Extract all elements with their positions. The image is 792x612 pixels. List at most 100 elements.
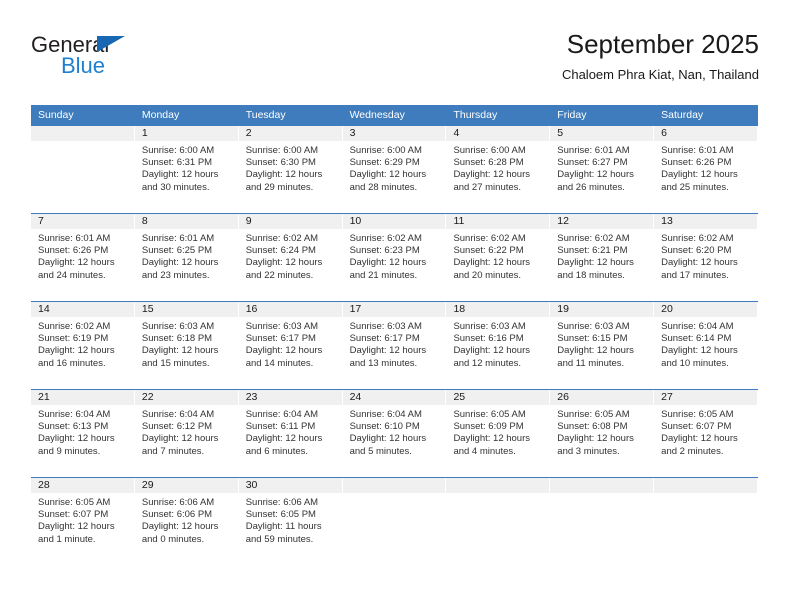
- day-number: 16: [245, 303, 258, 315]
- day-info: Sunrise: 6:03 AM Sunset: 6:16 PM Dayligh…: [446, 318, 549, 370]
- daylight-text-line1: Daylight: 12 hours: [661, 433, 738, 445]
- daylight-text-line1: Daylight: 12 hours: [349, 345, 427, 357]
- daylight-text-line1: Daylight: 12 hours: [38, 433, 115, 445]
- day-number: 30: [245, 479, 258, 491]
- sunrise-text: Sunrise: 6:04 AM: [661, 321, 734, 332]
- day-info: Sunrise: 6:02 AM Sunset: 6:24 PM Dayligh…: [239, 230, 342, 282]
- day-number: 25: [453, 391, 466, 403]
- daylight-text-line1: Daylight: 12 hours: [349, 257, 427, 269]
- daylight-text-line2: and 16 minutes.: [38, 357, 106, 369]
- day-cell[interactable]: 6 Sunrise: 6:01 AM Sunset: 6:26 PM Dayli…: [654, 126, 759, 213]
- day-cell[interactable]: 1 Sunrise: 6:00 AM Sunset: 6:31 PM Dayli…: [134, 126, 239, 213]
- day-cell[interactable]: 22 Sunrise: 6:04 AM Sunset: 6:12 PM Dayl…: [134, 390, 239, 477]
- sunrise-text: Sunrise: 6:03 AM: [245, 321, 319, 332]
- day-info: Sunrise: 6:03 AM Sunset: 6:18 PM Dayligh…: [135, 318, 238, 370]
- calendar-page: General Blue September 2025 Chaloem Phra…: [0, 0, 792, 612]
- day-number-band: 25: [446, 390, 550, 406]
- sunset-text: Sunset: 6:31 PM: [141, 157, 213, 169]
- day-cell[interactable]: 25 Sunrise: 6:05 AM Sunset: 6:09 PM Dayl…: [446, 390, 551, 477]
- sunset-text: Sunset: 6:17 PM: [245, 333, 316, 345]
- day-cell[interactable]: 27 Sunrise: 6:05 AM Sunset: 6:07 PM Dayl…: [654, 390, 759, 477]
- day-number-band: 6: [654, 126, 758, 142]
- day-cell[interactable]: 28 Sunrise: 6:05 AM Sunset: 6:07 PM Dayl…: [31, 478, 135, 565]
- day-cell[interactable]: 21 Sunrise: 6:04 AM Sunset: 6:13 PM Dayl…: [31, 390, 135, 477]
- day-info: Sunrise: 6:02 AM Sunset: 6:19 PM Dayligh…: [31, 318, 134, 370]
- sunrise-text: Sunrise: 6:05 AM: [38, 497, 111, 508]
- day-cell[interactable]: 16 Sunrise: 6:03 AM Sunset: 6:17 PM Dayl…: [238, 302, 343, 389]
- sunset-text: Sunset: 6:14 PM: [661, 333, 732, 345]
- day-cell[interactable]: [31, 126, 135, 213]
- day-cell[interactable]: 5 Sunrise: 6:01 AM Sunset: 6:27 PM Dayli…: [550, 126, 655, 213]
- daylight-text-line2: and 13 minutes.: [349, 357, 418, 369]
- daylight-text-line2: and 6 minutes.: [245, 445, 309, 457]
- sunset-text: Sunset: 6:15 PM: [557, 333, 628, 345]
- daylight-text-line1: Daylight: 12 hours: [349, 433, 427, 445]
- day-cell[interactable]: 19 Sunrise: 6:03 AM Sunset: 6:15 PM Dayl…: [550, 302, 655, 389]
- day-cell[interactable]: 24 Sunrise: 6:04 AM Sunset: 6:10 PM Dayl…: [342, 390, 447, 477]
- day-number-band: 13: [654, 214, 758, 230]
- generalblue-logo[interactable]: General Blue: [31, 32, 231, 86]
- day-cell[interactable]: 17 Sunrise: 6:03 AM Sunset: 6:17 PM Dayl…: [342, 302, 447, 389]
- day-info: Sunrise: 6:04 AM Sunset: 6:14 PM Dayligh…: [654, 318, 757, 370]
- day-cell[interactable]: 12 Sunrise: 6:02 AM Sunset: 6:21 PM Dayl…: [550, 214, 655, 301]
- day-cell[interactable]: 4 Sunrise: 6:00 AM Sunset: 6:28 PM Dayli…: [446, 126, 551, 213]
- day-number-band: 11: [446, 214, 550, 230]
- day-number-band: 8: [134, 214, 238, 230]
- day-cell[interactable]: 30 Sunrise: 6:06 AM Sunset: 6:05 PM Dayl…: [238, 478, 343, 565]
- day-info: Sunrise: 6:00 AM Sunset: 6:28 PM Dayligh…: [446, 142, 549, 194]
- day-number-band: 19: [550, 302, 654, 318]
- daylight-text-line2: and 2 minutes.: [661, 445, 724, 457]
- day-cell[interactable]: 10 Sunrise: 6:02 AM Sunset: 6:23 PM Dayl…: [342, 214, 447, 301]
- week-row: 28 Sunrise: 6:05 AM Sunset: 6:07 PM Dayl…: [31, 477, 759, 565]
- day-cell[interactable]: [654, 478, 759, 565]
- sunrise-text: Sunrise: 6:05 AM: [557, 409, 630, 420]
- day-cell[interactable]: 29 Sunrise: 6:06 AM Sunset: 6:06 PM Dayl…: [134, 478, 239, 565]
- sunrise-text: Sunrise: 6:02 AM: [453, 233, 526, 244]
- day-cell[interactable]: 18 Sunrise: 6:03 AM Sunset: 6:16 PM Dayl…: [446, 302, 551, 389]
- weekday-header-saturday: Saturday: [661, 109, 704, 121]
- sunset-text: Sunset: 6:08 PM: [557, 421, 628, 433]
- daylight-text-line1: Daylight: 12 hours: [661, 169, 738, 181]
- daylight-text-line1: Daylight: 12 hours: [38, 521, 115, 533]
- day-number: 24: [349, 391, 362, 403]
- day-cell[interactable]: 11 Sunrise: 6:02 AM Sunset: 6:22 PM Dayl…: [446, 214, 551, 301]
- day-number-band: 1: [134, 126, 238, 142]
- day-cell[interactable]: 26 Sunrise: 6:05 AM Sunset: 6:08 PM Dayl…: [550, 390, 655, 477]
- day-cell[interactable]: 20 Sunrise: 6:04 AM Sunset: 6:14 PM Dayl…: [654, 302, 759, 389]
- sunrise-text: Sunrise: 6:03 AM: [141, 321, 215, 332]
- logo-triangle-icon: [97, 36, 125, 52]
- day-cell[interactable]: 14 Sunrise: 6:02 AM Sunset: 6:19 PM Dayl…: [31, 302, 135, 389]
- day-number: 9: [245, 215, 252, 227]
- weekday-header-row: Sunday Monday Tuesday Wednesday Thursday…: [31, 105, 758, 125]
- day-cell[interactable]: 3 Sunrise: 6:00 AM Sunset: 6:29 PM Dayli…: [342, 126, 447, 213]
- day-number-band: 7: [31, 214, 134, 230]
- day-cell[interactable]: [342, 478, 447, 565]
- day-info: Sunrise: 6:04 AM Sunset: 6:10 PM Dayligh…: [343, 406, 446, 458]
- day-cell[interactable]: [446, 478, 551, 565]
- day-cell[interactable]: 9 Sunrise: 6:02 AM Sunset: 6:24 PM Dayli…: [238, 214, 343, 301]
- sunset-text: Sunset: 6:11 PM: [245, 421, 316, 433]
- week-row: 7 Sunrise: 6:01 AM Sunset: 6:26 PM Dayli…: [31, 213, 759, 301]
- day-number-band: 29: [134, 478, 238, 494]
- day-number-band: [31, 126, 134, 142]
- day-info: Sunrise: 6:01 AM Sunset: 6:25 PM Dayligh…: [135, 230, 238, 282]
- day-number-band: [342, 478, 446, 494]
- sunrise-text: Sunrise: 6:04 AM: [141, 409, 215, 420]
- day-info: Sunrise: 6:02 AM Sunset: 6:23 PM Dayligh…: [343, 230, 446, 282]
- day-cell[interactable]: 15 Sunrise: 6:03 AM Sunset: 6:18 PM Dayl…: [134, 302, 239, 389]
- day-number-band: 28: [31, 478, 134, 494]
- day-cell[interactable]: 13 Sunrise: 6:02 AM Sunset: 6:20 PM Dayl…: [654, 214, 759, 301]
- day-cell[interactable]: 8 Sunrise: 6:01 AM Sunset: 6:25 PM Dayli…: [134, 214, 239, 301]
- day-cell[interactable]: 23 Sunrise: 6:04 AM Sunset: 6:11 PM Dayl…: [238, 390, 343, 477]
- sunset-text: Sunset: 6:24 PM: [245, 245, 316, 257]
- weekday-header-friday: Friday: [557, 109, 587, 121]
- day-cell[interactable]: 7 Sunrise: 6:01 AM Sunset: 6:26 PM Dayli…: [31, 214, 135, 301]
- sunset-text: Sunset: 6:29 PM: [349, 157, 420, 169]
- day-info: Sunrise: 6:00 AM Sunset: 6:30 PM Dayligh…: [239, 142, 342, 194]
- day-cell[interactable]: [550, 478, 655, 565]
- day-cell[interactable]: 2 Sunrise: 6:00 AM Sunset: 6:30 PM Dayli…: [238, 126, 343, 213]
- day-number-band: 12: [550, 214, 654, 230]
- daylight-text-line2: and 20 minutes.: [453, 269, 522, 281]
- daylight-text-line2: and 29 minutes.: [245, 181, 314, 193]
- day-number-band: 24: [342, 390, 446, 406]
